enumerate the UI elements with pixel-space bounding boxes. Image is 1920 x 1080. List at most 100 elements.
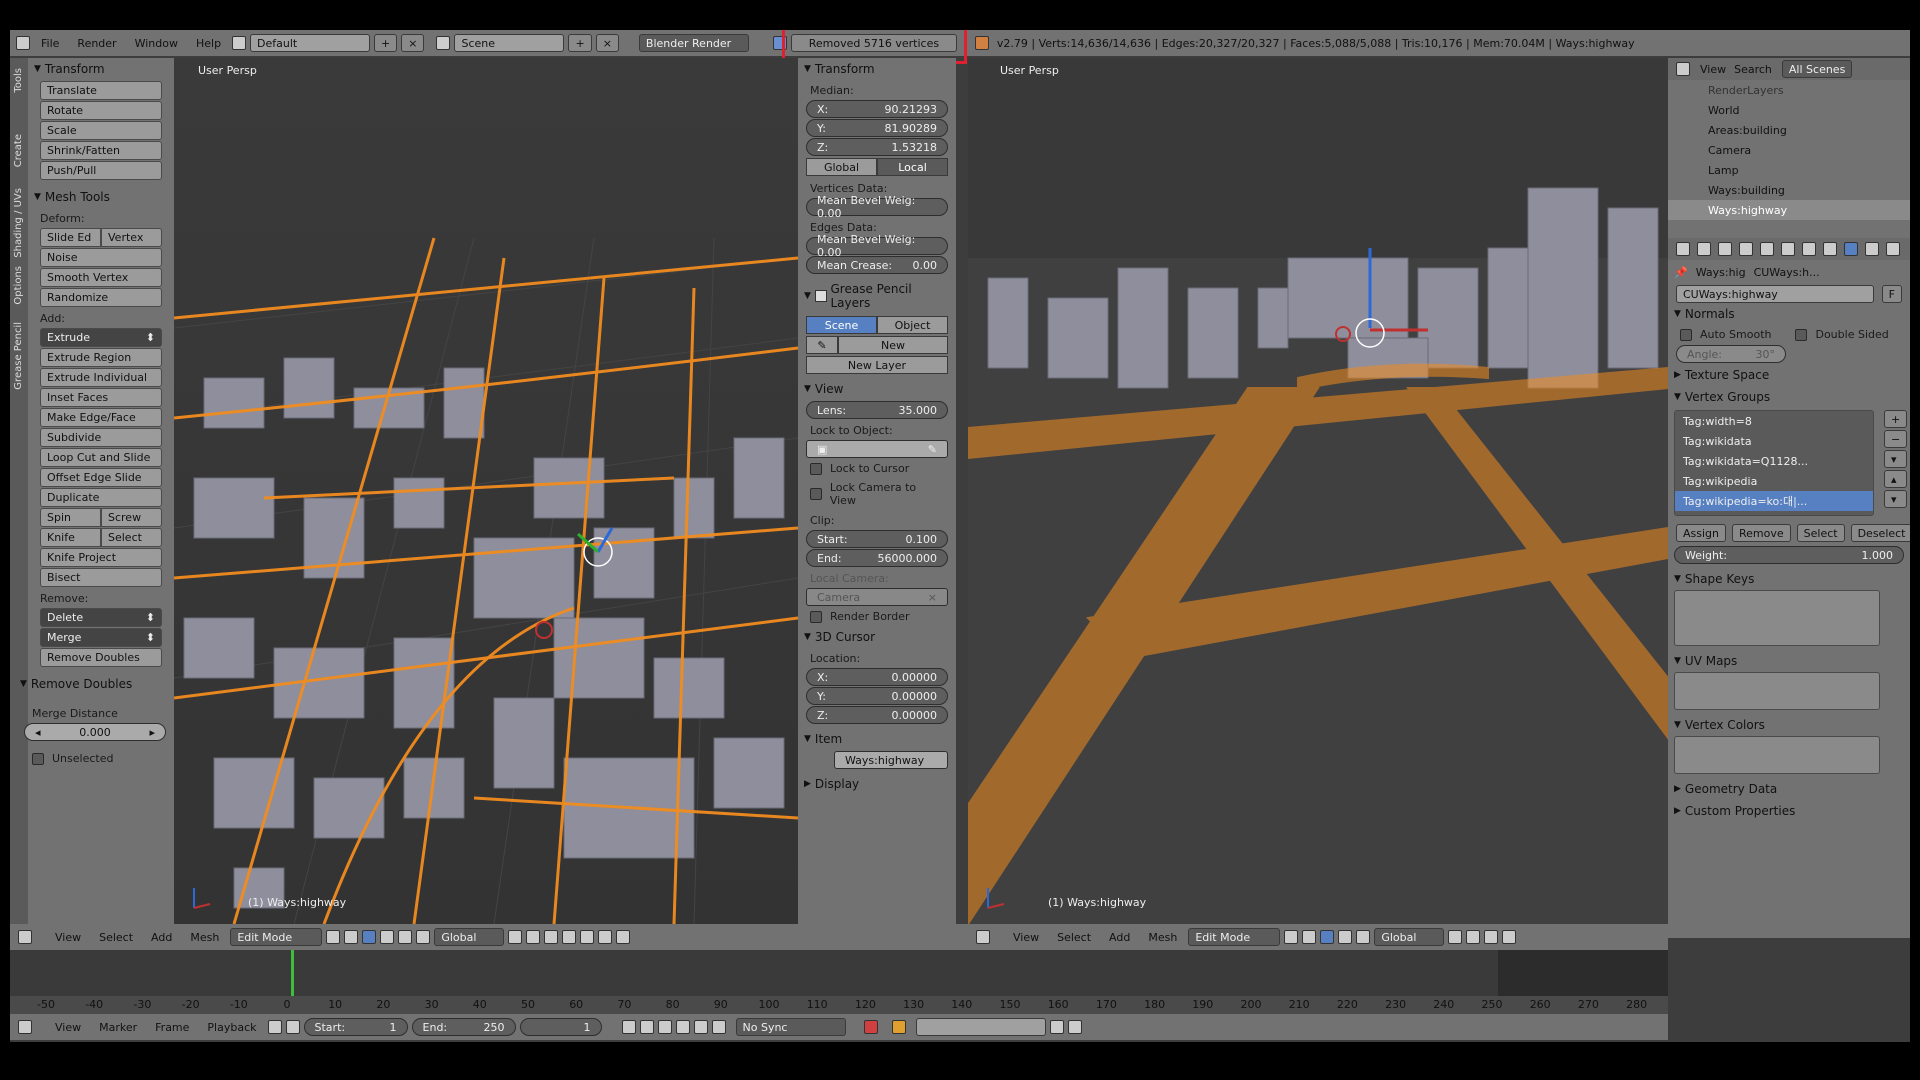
scale-manip-icon[interactable] [416, 930, 431, 944]
modifiers-tab-icon[interactable] [1823, 242, 1837, 256]
mean-crease-field[interactable]: Mean Crease: 0.00 [806, 256, 948, 274]
knife-button[interactable]: Knife [40, 528, 101, 547]
tab-grease-pencil[interactable]: Grease Pencil [13, 322, 24, 390]
rotate-manip-icon[interactable] [398, 930, 413, 944]
tl-marker-menu[interactable]: Marker [90, 1021, 146, 1034]
new-layer-button[interactable]: New Layer [806, 356, 948, 374]
custom-properties-header[interactable]: ▶ Custom Properties [1668, 800, 1910, 822]
world-tab-icon[interactable] [1760, 242, 1774, 256]
menu-render[interactable]: Render [68, 37, 125, 50]
remove-button[interactable]: Remove [1732, 524, 1791, 542]
pivot-icon[interactable] [344, 930, 359, 944]
lock-icon[interactable] [285, 1020, 300, 1034]
transform-header[interactable]: ▼ Transform [28, 58, 174, 80]
mesh-tools-header[interactable]: ▼ Mesh Tools [28, 186, 174, 208]
outliner-item-world[interactable]: World [1668, 100, 1910, 120]
remove-doubles-op-header[interactable]: ▼ Remove Doubles [14, 673, 174, 695]
select-button[interactable]: Select [1796, 524, 1845, 542]
end-frame-field[interactable]: End: 250 [411, 1018, 516, 1036]
noise-button[interactable]: Noise [40, 248, 162, 267]
texture-space-header[interactable]: ▶ Texture Space [1668, 364, 1910, 386]
vertex-group-item[interactable]: Tag:wikipedia [1675, 471, 1873, 491]
sync-select[interactable]: No Sync [735, 1018, 846, 1036]
remove-layout-button[interactable]: × [401, 34, 425, 52]
outliner-view-menu[interactable]: View [1700, 63, 1726, 76]
cursor-header[interactable]: ▼ 3D Cursor [798, 626, 956, 648]
rotate-button[interactable]: Rotate [40, 101, 162, 120]
next-key-icon[interactable] [693, 1020, 708, 1034]
outliner-item-ways-building[interactable]: Ways:building [1668, 180, 1910, 200]
scene-tab-icon[interactable] [1739, 242, 1753, 256]
play-reverse-icon[interactable] [657, 1020, 672, 1034]
screen-layout-field[interactable]: Default [250, 34, 371, 52]
loop-cut-button[interactable]: Loop Cut and Slide [40, 448, 162, 467]
data-tab-icon[interactable] [1844, 242, 1858, 256]
vertex-colors-header[interactable]: ▼ Vertex Colors [1668, 714, 1910, 736]
current-frame-field[interactable]: 1 [519, 1018, 602, 1036]
local-toggle[interactable]: Local [877, 158, 948, 176]
render-border-checkbox[interactable]: Render Border [798, 607, 956, 626]
outliner-display-select[interactable]: All Scenes [1781, 60, 1853, 78]
view-header[interactable]: ▼ View [798, 378, 956, 400]
tab-shading-uvs[interactable]: Shading / UVs [13, 188, 24, 258]
clip-end-field[interactable]: End: 56000.000 [806, 549, 948, 567]
jump-end-icon[interactable] [711, 1020, 726, 1034]
move-down-button[interactable]: ▾ [1884, 490, 1908, 508]
insert-keyframe-icon[interactable] [1049, 1020, 1064, 1034]
item-header[interactable]: ▼ Item [798, 728, 956, 750]
layers-tab-icon[interactable] [1718, 242, 1732, 256]
vertex-slide-button[interactable]: Vertex [101, 228, 162, 247]
vp-select-menu[interactable]: Select [1048, 931, 1100, 944]
remove-group-button[interactable]: − [1884, 430, 1908, 448]
smooth-vertex-button[interactable]: Smooth Vertex [40, 268, 162, 287]
keying-icon[interactable] [891, 1020, 906, 1034]
inset-faces-button[interactable]: Inset Faces [40, 388, 162, 407]
add-group-button[interactable]: + [1884, 410, 1908, 428]
editor-type-icon[interactable] [976, 930, 990, 944]
snap-icon[interactable] [1502, 930, 1517, 944]
mode-select[interactable]: Edit Mode [1188, 928, 1281, 946]
scene-field[interactable]: Scene [454, 34, 565, 52]
lock-to-cursor-checkbox[interactable]: Lock to Cursor [798, 459, 956, 478]
edge-select-icon[interactable] [526, 930, 541, 944]
extrude-dropdown[interactable]: Extrude ⬍ [40, 328, 162, 347]
gp-scene-toggle[interactable]: Scene [806, 316, 877, 334]
knife-project-button[interactable]: Knife Project [40, 548, 162, 567]
vertex-colors-list[interactable] [1674, 736, 1880, 774]
remove-scene-button[interactable]: × [595, 34, 619, 52]
record-icon[interactable] [863, 1020, 878, 1034]
normals-header[interactable]: ▼ Normals [1668, 303, 1910, 325]
timeline-area[interactable]: -50 -40 -30 -20 -10 0 10 20 30 40 50 60 70 80 90 100 110… [10, 950, 1668, 1014]
display-header[interactable]: ▶ Display [798, 773, 956, 795]
vertex-select-icon[interactable] [508, 930, 523, 944]
left-3d-viewport[interactable]: User Persp (1) Ways:highway [174, 58, 798, 924]
lock-camera-checkbox[interactable]: Lock Camera to View [798, 478, 956, 510]
median-z-field[interactable]: Z: 1.53218 [806, 138, 948, 156]
outliner-item[interactable]: RenderLayers [1668, 80, 1910, 100]
geometry-data-header[interactable]: ▶ Geometry Data [1668, 778, 1910, 800]
lock-object-field[interactable]: ▣ ✎ [806, 440, 948, 458]
angle-field[interactable]: Angle: 30° [1676, 345, 1786, 363]
prev-key-icon[interactable] [639, 1020, 654, 1034]
auto-smooth-checkbox[interactable]: Auto Smooth [1668, 325, 1783, 344]
outliner-editor-icon[interactable] [1676, 62, 1690, 76]
weight-field[interactable]: Weight: 1.000 [1674, 546, 1904, 564]
keying-set-field[interactable] [915, 1018, 1046, 1036]
merge-distance-field[interactable]: ◂ 0.000 ▸ [24, 723, 166, 741]
vp-mesh-menu[interactable]: Mesh [181, 931, 228, 944]
mean-bevel-vertex-field[interactable]: Mean Bevel Weig: 0.00 [806, 194, 948, 220]
vertex-group-item[interactable]: Tag:width=8 [1675, 411, 1873, 431]
extrude-individual-button[interactable]: Extrude Individual [40, 368, 162, 387]
manipulator-icon[interactable] [362, 930, 377, 944]
cursor-x-field[interactable]: X: 0.00000 [806, 668, 948, 686]
gp-new-button[interactable]: New [838, 336, 948, 354]
uv-maps-header[interactable]: ▼ UV Maps [1668, 650, 1910, 672]
breadcrumb-object[interactable]: Ways:hig [1696, 266, 1746, 279]
move-up-button[interactable]: ▴ [1884, 470, 1908, 488]
render-engine-select[interactable]: Blender Render [638, 34, 749, 52]
timeline-editor-icon[interactable] [18, 1020, 32, 1034]
bisect-button[interactable]: Bisect [40, 568, 162, 587]
texture-tab-icon[interactable] [1886, 242, 1900, 256]
outliner-item-camera[interactable]: Camera [1668, 140, 1910, 160]
outliner-search-menu[interactable]: Search [1734, 63, 1772, 76]
